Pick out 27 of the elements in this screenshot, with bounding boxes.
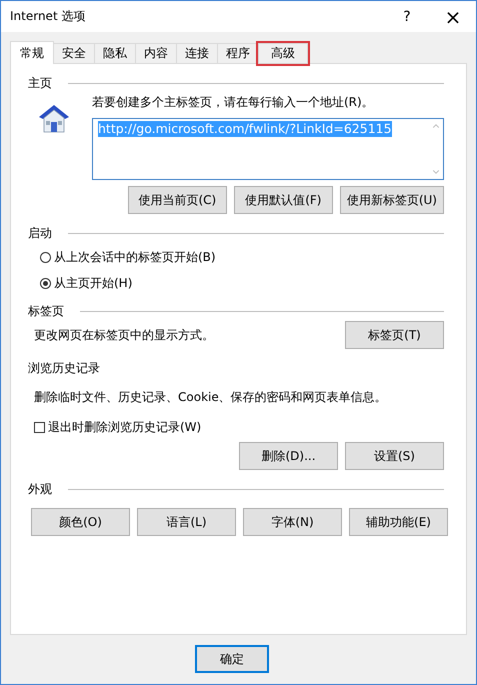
tabs-button[interactable]: 标签页(T) (345, 321, 444, 349)
dialog-button[interactable]: 辅助功能(E) (349, 508, 448, 536)
checkbox-option[interactable]: 退出时删除浏览历史记录(W) (28, 419, 444, 436)
dialog-button[interactable]: 字体(N) (243, 508, 342, 536)
description-text: 删除临时文件、历史记录、Cookie、保存的密码和网页表单信息。 (33, 389, 388, 406)
dialog-button[interactable]: 删除(D)... (239, 442, 338, 470)
instruction-text: 若要创建多个主标签页，请在每行输入一个地址(R)。 (92, 94, 375, 111)
dialog-button[interactable]: 使用当前页(C) (128, 186, 227, 214)
description-text: 更改网页在标签页中的显示方式。 (33, 326, 214, 344)
section-heading: 标签页 (28, 302, 64, 320)
dialog-button[interactable]: 设置(S) (345, 442, 444, 470)
dialog-button[interactable]: 语言(L) (137, 508, 236, 536)
tab[interactable]: 常规 (10, 41, 54, 64)
dialog-button[interactable]: 使用默认值(F) (234, 186, 333, 214)
window-title: Internet 选项 (10, 8, 86, 25)
dialog-button[interactable]: 使用新标签页(U) (340, 186, 444, 214)
help-button[interactable]: ? (384, 2, 430, 32)
dialog-button[interactable]: 颜色(O) (31, 508, 130, 536)
radio-option[interactable]: 从主页开始(H) (40, 275, 444, 292)
ok-button[interactable]: 确定 (195, 645, 269, 673)
section-heading: 主页 (28, 74, 52, 92)
section-heading: 启动 (28, 224, 52, 242)
section-heading: 浏览历史记录 (28, 360, 100, 376)
section-heading: 外观 (28, 480, 52, 498)
close-button[interactable]: × (430, 2, 476, 32)
radio-option[interactable]: 从上次会话中的标签页开始(B) (40, 249, 444, 266)
tab[interactable]: 高级 (258, 43, 308, 63)
